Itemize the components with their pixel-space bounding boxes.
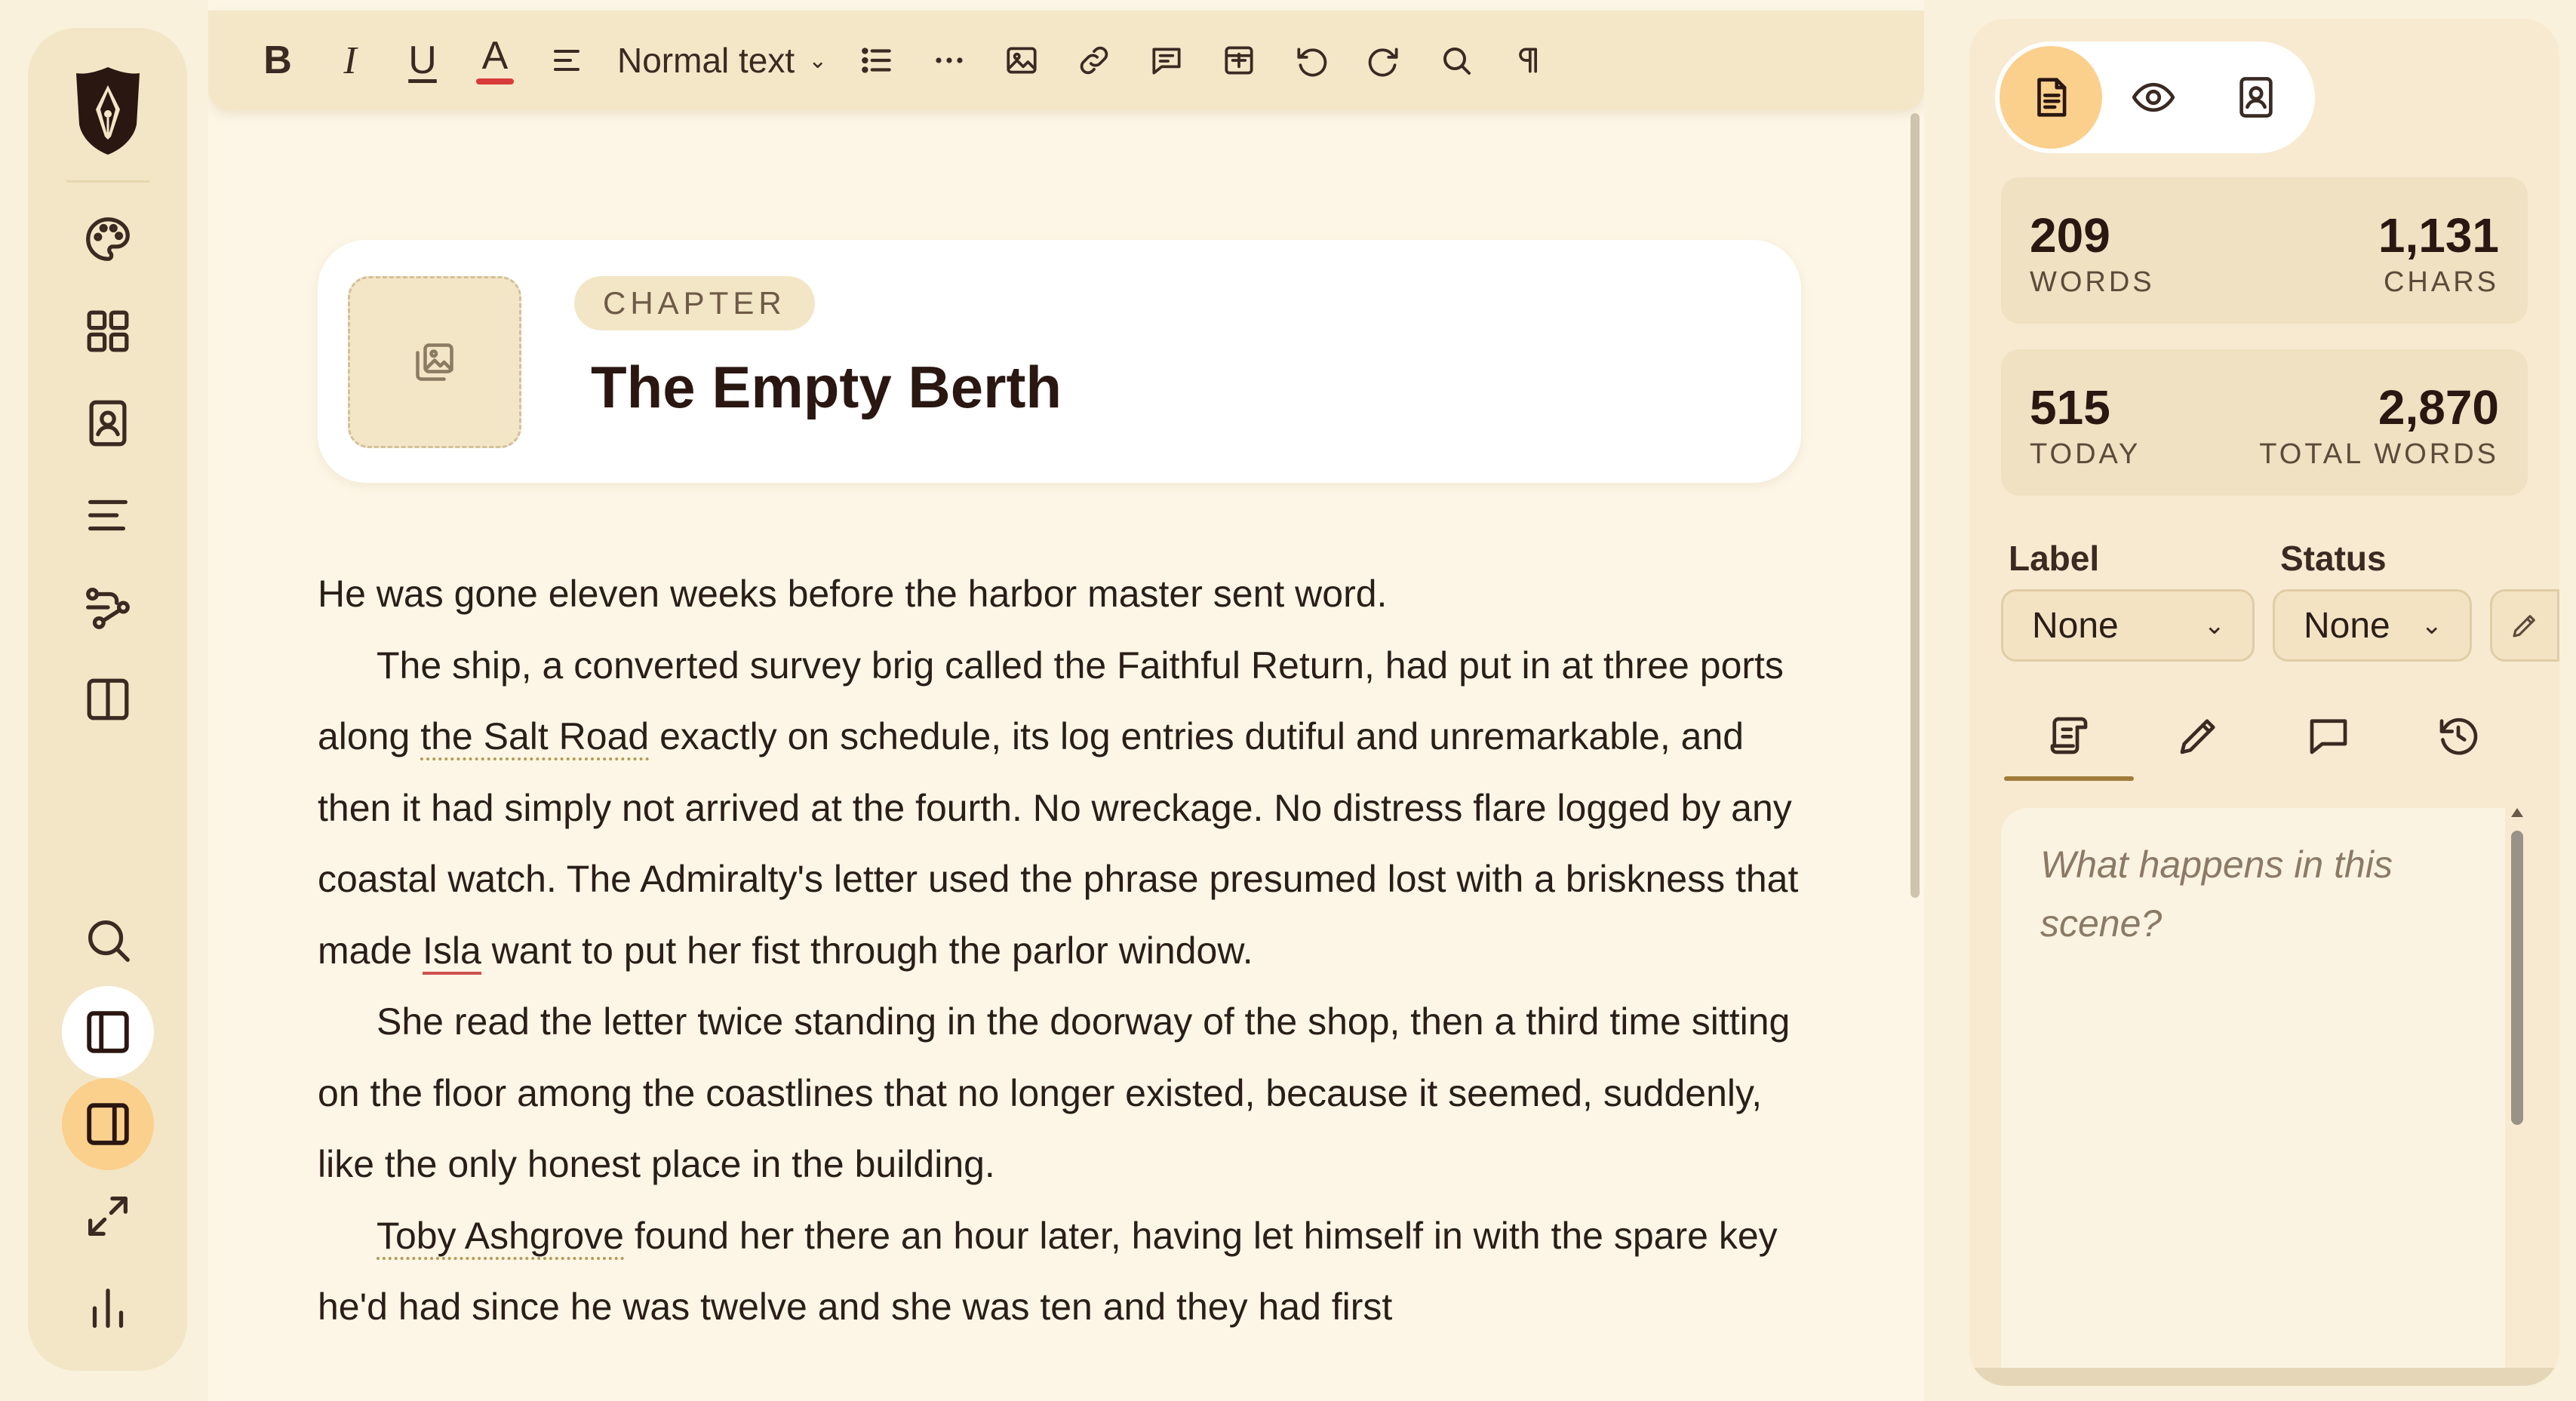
word-count-card: 209 WORDS 1,131 CHARS xyxy=(2001,177,2528,324)
find-icon[interactable] xyxy=(1420,24,1492,97)
status-select[interactable]: None ⌄ xyxy=(2273,589,2472,662)
synopsis-textarea[interactable]: What happens in this scene? xyxy=(2001,808,2505,1386)
tab-notes[interactable] xyxy=(2134,690,2264,781)
text-color-button[interactable]: A xyxy=(459,24,531,97)
inspector-tabs xyxy=(2004,690,2525,781)
progress-card: 515 TODAY 2,870 TOTAL WORDS xyxy=(2001,349,2528,496)
contact-card-icon[interactable] xyxy=(62,377,154,469)
history-icon xyxy=(2439,717,2478,755)
italic-button[interactable]: I xyxy=(314,24,386,97)
editor-scrollbar[interactable] xyxy=(1910,113,1920,898)
character-reference-link[interactable]: Toby Ashgrove xyxy=(377,1214,624,1260)
paragraph: The ship, a converted survey brig called… xyxy=(318,630,1812,987)
today-label: TODAY xyxy=(2030,438,2141,470)
tab-comments[interactable] xyxy=(2264,690,2393,781)
redo-icon[interactable] xyxy=(1348,24,1420,97)
paragraph: She read the letter twice standing in th… xyxy=(318,986,1812,1200)
text-style-dropdown[interactable]: Normal text ⌄ xyxy=(604,40,841,81)
format-toolbar: B I U A Normal text ⌄ xyxy=(208,11,1924,110)
grid-icon[interactable] xyxy=(62,285,154,377)
chapter-header-card: CHAPTER The Empty Berth xyxy=(318,240,1801,483)
label-field-title: Label xyxy=(2009,539,2100,578)
align-icon[interactable] xyxy=(531,24,604,97)
tab-history[interactable] xyxy=(2393,690,2523,781)
cover-image-placeholder[interactable] xyxy=(348,276,521,448)
chevron-down-icon: ⌄ xyxy=(2421,611,2443,640)
label-select[interactable]: None ⌄ xyxy=(2001,589,2255,662)
search-icon[interactable] xyxy=(62,894,154,986)
rail-divider xyxy=(66,180,149,183)
scroll-icon xyxy=(2050,717,2088,754)
pencil-icon xyxy=(2180,719,2215,754)
chevron-down-icon: ⌄ xyxy=(808,48,828,73)
undo-icon[interactable] xyxy=(1275,24,1348,97)
scroll-up-arrow-icon[interactable] xyxy=(2511,808,2523,817)
today-value: 515 xyxy=(2030,380,2110,435)
total-words-label: TOTAL WORDS xyxy=(2259,438,2499,470)
paragraph-text: She read the letter twice standing in th… xyxy=(318,1000,1791,1185)
words-value: 209 xyxy=(2030,208,2110,263)
paragraph: He was gone eleven weeks before the harb… xyxy=(318,558,1812,630)
eye-icon[interactable] xyxy=(2102,46,2205,149)
paragraph-text: He was gone eleven weeks before the harb… xyxy=(318,573,1388,615)
document-icon[interactable] xyxy=(2000,46,2102,149)
insert-table-icon[interactable] xyxy=(1203,24,1275,97)
view-mode-toggle xyxy=(1995,41,2315,153)
palette-icon[interactable] xyxy=(62,193,154,285)
columns-icon[interactable] xyxy=(62,653,154,745)
left-rail xyxy=(28,28,187,1371)
pilcrow-icon[interactable] xyxy=(1492,24,1565,97)
image-icon[interactable] xyxy=(985,24,1058,97)
chapter-badge: CHAPTER xyxy=(574,276,815,330)
outline-icon[interactable] xyxy=(62,469,154,561)
comment-icon xyxy=(2310,719,2347,754)
synopsis-placeholder: What happens in this scene? xyxy=(2040,843,2393,945)
chevron-down-icon: ⌄ xyxy=(2203,611,2226,640)
text-style-label: Normal text xyxy=(617,41,795,80)
comment-icon[interactable] xyxy=(1130,24,1203,97)
edit-labels-button[interactable] xyxy=(2490,589,2559,662)
paragraph-text: want to put her fist through the parlor … xyxy=(481,929,1253,972)
app-logo-icon[interactable] xyxy=(59,58,157,164)
status-select-value: None xyxy=(2304,605,2390,646)
more-icon[interactable] xyxy=(913,24,985,97)
total-words-value: 2,870 xyxy=(2378,380,2499,435)
expand-icon[interactable] xyxy=(62,1170,154,1262)
left-panel-icon[interactable] xyxy=(61,986,154,1078)
link-icon[interactable] xyxy=(1058,24,1130,97)
chars-label: CHARS xyxy=(2383,266,2499,298)
chapter-title[interactable]: The Empty Berth xyxy=(591,353,1062,422)
text-color-swatch xyxy=(476,78,514,84)
underline-button[interactable]: U xyxy=(386,24,459,97)
paragraph: Toby Ashgrove found her there an hour la… xyxy=(318,1200,1812,1343)
contact-card-icon[interactable] xyxy=(2205,46,2307,149)
synopsis-scrollbar[interactable] xyxy=(2510,808,2525,1386)
label-select-value: None xyxy=(2032,605,2119,646)
tab-synopsis[interactable] xyxy=(2004,690,2134,781)
timeline-icon[interactable] xyxy=(62,561,154,653)
panel-footer-bar xyxy=(1969,1368,2559,1386)
pencil-icon xyxy=(2513,615,2535,638)
location-reference-link[interactable]: the Salt Road xyxy=(420,715,650,760)
words-label: WORDS xyxy=(2030,266,2155,298)
add-image-icon xyxy=(416,343,453,381)
character-reference-link[interactable]: Isla xyxy=(422,929,481,975)
bold-button[interactable]: B xyxy=(241,24,314,97)
chars-value: 1,131 xyxy=(2378,208,2499,263)
stats-icon[interactable] xyxy=(62,1262,154,1354)
text-color-label: A xyxy=(481,34,509,78)
right-panel-icon[interactable] xyxy=(61,1078,154,1170)
inspector-panel: 209 WORDS 1,131 CHARS 515 TODAY 2,870 TO… xyxy=(1969,19,2559,1386)
scroll-thumb[interactable] xyxy=(2511,831,2523,1125)
status-field-title: Status xyxy=(2280,539,2387,578)
manuscript-text[interactable]: He was gone eleven weeks before the harb… xyxy=(318,558,1812,1343)
editor-area: B I U A Normal text ⌄ CHAPTER The Empty … xyxy=(208,0,1924,1401)
bullet-list-icon[interactable] xyxy=(841,24,913,97)
